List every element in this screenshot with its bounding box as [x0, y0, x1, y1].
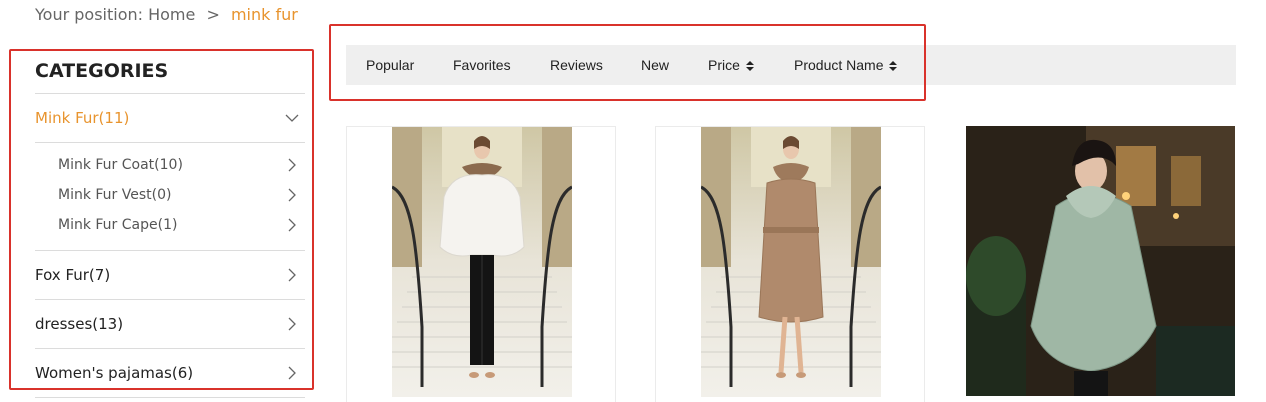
breadcrumb-prefix: Your position: [35, 5, 144, 24]
breadcrumb-separator: > [206, 5, 220, 24]
breadcrumb-home-link[interactable]: Home [148, 5, 195, 24]
chevron-right-icon [285, 218, 299, 232]
category-label: Fox Fur(7) [35, 266, 111, 284]
categories-sidebar: CATEGORIES Mink Fur(11) Mink Fur Coat(10… [35, 49, 305, 398]
chevron-right-icon [285, 317, 299, 331]
product-image[interactable] [966, 126, 1235, 396]
subcategory-mink-fur-coat[interactable]: Mink Fur Coat(10) [35, 150, 305, 180]
category-label: Mink Fur(11) [35, 109, 130, 127]
page: Your position: Home > mink fur CATEGORIE… [0, 0, 1266, 402]
category-label: dresses(13) [35, 315, 124, 333]
product-card[interactable] [655, 126, 925, 402]
category-fox-fur[interactable]: Fox Fur(7) [35, 251, 305, 300]
category-label: Women's pajamas(6) [35, 364, 194, 382]
product-card[interactable] [346, 126, 616, 402]
sort-bar-highlight-outline [329, 24, 926, 101]
subcategory-label: Mink Fur Cape(1) [58, 217, 178, 233]
mink-fur-subcategories: Mink Fur Coat(10) Mink Fur Vest(0) Mink … [35, 143, 305, 251]
product-image[interactable] [700, 127, 882, 397]
chevron-right-icon [285, 268, 299, 282]
breadcrumb-current: mink fur [230, 5, 298, 24]
chevron-right-icon [285, 366, 299, 380]
categories-title: CATEGORIES [35, 49, 305, 94]
subcategory-mink-fur-vest[interactable]: Mink Fur Vest(0) [35, 180, 305, 210]
subcategory-mink-fur-cape[interactable]: Mink Fur Cape(1) [35, 210, 305, 240]
chevron-right-icon [285, 188, 299, 202]
category-dresses[interactable]: dresses(13) [35, 300, 305, 349]
subcategory-label: Mink Fur Vest(0) [58, 187, 172, 203]
category-mink-fur[interactable]: Mink Fur(11) [35, 94, 305, 143]
subcategory-label: Mink Fur Coat(10) [58, 157, 183, 173]
chevron-down-icon[interactable] [285, 111, 299, 125]
product-card[interactable] [966, 126, 1235, 402]
product-image[interactable] [391, 127, 573, 397]
breadcrumb: Your position: Home > mink fur [35, 5, 298, 25]
chevron-right-icon [285, 158, 299, 172]
category-womens-pajamas[interactable]: Women's pajamas(6) [35, 349, 305, 398]
